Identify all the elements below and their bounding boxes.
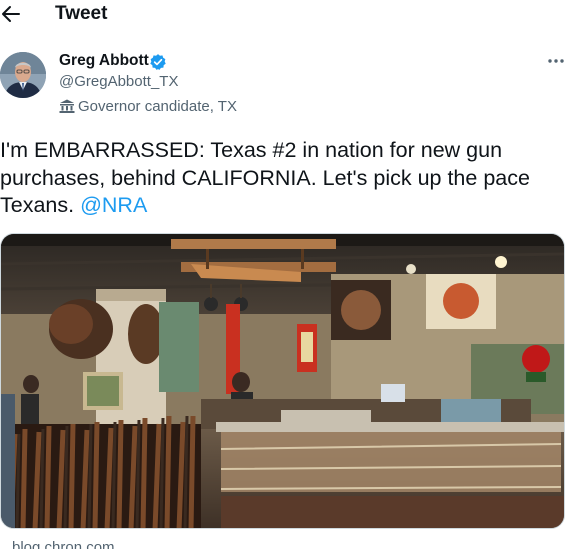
government-building-icon	[59, 99, 75, 113]
tweet-media[interactable]	[0, 233, 565, 529]
rifle-rack	[1, 415, 201, 528]
verified-badge-icon	[150, 54, 166, 70]
link-card-domain[interactable]: blog.chron.com	[12, 539, 115, 549]
mention-link[interactable]: @NRA	[80, 193, 147, 217]
avatar-photo	[0, 52, 46, 98]
back-arrow-icon[interactable]	[0, 2, 22, 26]
avatar[interactable]	[0, 52, 46, 98]
author-name[interactable]: Greg Abbott	[59, 52, 149, 70]
author-handle[interactable]: @GregAbbott_TX	[59, 73, 178, 90]
page-title: Tweet	[55, 3, 108, 24]
top-bar: Tweet	[0, 0, 580, 30]
account-label: Governor candidate, TX	[59, 96, 237, 116]
tweet-text: I'm EMBARRASSED: Texas #2 in nation for …	[0, 137, 575, 220]
more-options-icon[interactable]	[547, 56, 565, 66]
account-label-text: Governor candidate, TX	[78, 97, 237, 115]
gun-store-photo	[1, 234, 564, 528]
